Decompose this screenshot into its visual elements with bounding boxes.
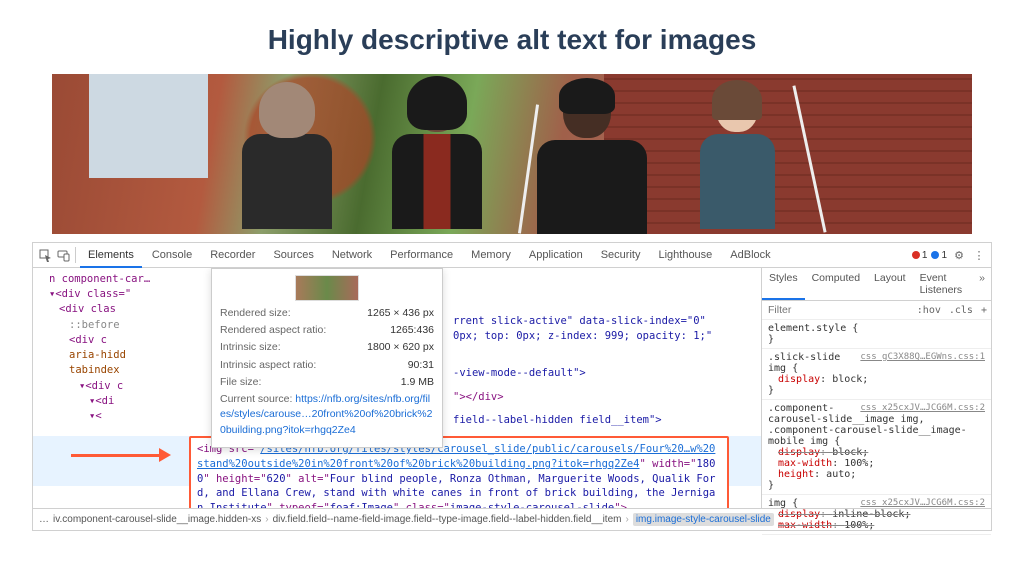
- dom-tree[interactable]: n component-car… ▾<div class=" <div clas…: [33, 268, 761, 508]
- tab-performance[interactable]: Performance: [382, 243, 461, 268]
- more-icon[interactable]: ⋮: [971, 247, 987, 263]
- tab-recorder[interactable]: Recorder: [202, 243, 263, 268]
- annotation-arrow: [71, 446, 171, 464]
- css-rule[interactable]: css_gC3X88Q…EGWns.css:1 .slick-slide img…: [762, 349, 991, 400]
- person-4: [687, 84, 787, 234]
- error-count[interactable]: 1: [912, 250, 928, 261]
- tab-sources[interactable]: Sources: [265, 243, 321, 268]
- tab-console[interactable]: Console: [144, 243, 200, 268]
- hov-toggle[interactable]: :hov: [913, 303, 945, 318]
- tab-elements[interactable]: Elements: [80, 243, 142, 268]
- tab-lighthouse[interactable]: Lighthouse: [650, 243, 720, 268]
- new-rule-button[interactable]: +: [977, 303, 991, 318]
- tab-adblock[interactable]: AdBlock: [722, 243, 778, 268]
- tab-security[interactable]: Security: [593, 243, 649, 268]
- info-count[interactable]: 1: [931, 250, 947, 261]
- styles-more-icon[interactable]: »: [973, 268, 991, 300]
- tooltip-thumbnail: [295, 275, 359, 301]
- tab-network[interactable]: Network: [324, 243, 380, 268]
- person-2: [387, 84, 487, 234]
- slide-title: Highly descriptive alt text for images: [0, 0, 1024, 74]
- cls-toggle[interactable]: .cls: [945, 303, 977, 318]
- tab-memory[interactable]: Memory: [463, 243, 519, 268]
- image-tooltip: Rendered size:1265 × 436 px Rendered asp…: [211, 268, 443, 448]
- styles-tab-computed[interactable]: Computed: [805, 268, 867, 300]
- hero-photo: [52, 74, 972, 234]
- styles-panel: Styles Computed Layout Event Listeners »…: [761, 268, 991, 508]
- person-3: [537, 84, 637, 234]
- styles-filter-input[interactable]: [762, 301, 913, 319]
- breadcrumb-item[interactable]: div.field.field--name-field-image.field-…: [273, 514, 622, 525]
- device-icon[interactable]: [55, 247, 71, 263]
- css-rule[interactable]: element.style { }: [762, 320, 991, 349]
- person-1: [237, 84, 337, 234]
- breadcrumb-item[interactable]: iv.component-carousel-slide__image.hidde…: [53, 514, 261, 525]
- tab-application[interactable]: Application: [521, 243, 591, 268]
- styles-tab-layout[interactable]: Layout: [867, 268, 913, 300]
- devtools-tabbar: Elements Console Recorder Sources Networ…: [33, 243, 991, 268]
- settings-icon[interactable]: ⚙: [951, 247, 967, 263]
- devtools-panel: Elements Console Recorder Sources Networ…: [32, 242, 992, 531]
- css-rule[interactable]: css_x25cxJV…JCG6M.css:2 img { display: i…: [762, 495, 991, 535]
- styles-tab-styles[interactable]: Styles: [762, 268, 805, 300]
- breadcrumb-item-selected[interactable]: img.image-style-carousel-slide: [633, 513, 774, 526]
- inspect-icon[interactable]: [37, 247, 53, 263]
- css-rule[interactable]: css_x25cxJV…JCG6M.css:2 .component-carou…: [762, 400, 991, 495]
- styles-tab-events[interactable]: Event Listeners: [913, 268, 974, 300]
